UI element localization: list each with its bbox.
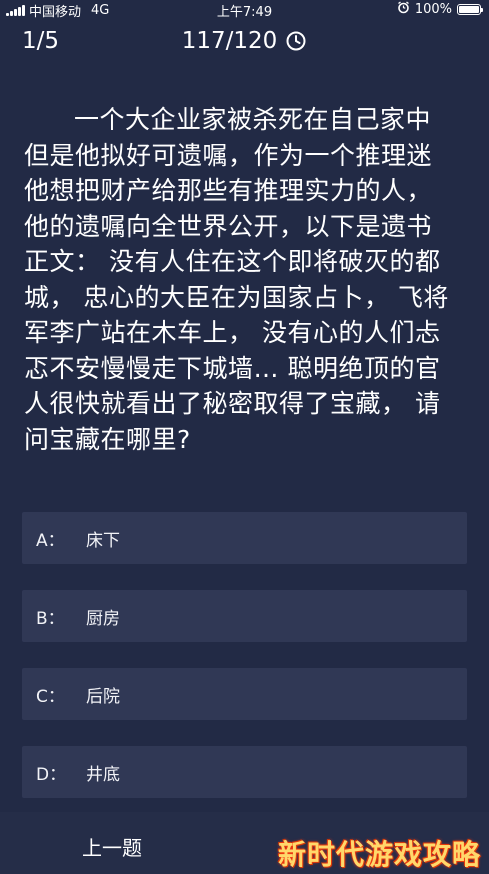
previous-question-button[interactable]: 上一题 xyxy=(82,832,142,861)
score-timer: 117/120 xyxy=(0,28,489,54)
status-bar: 中国移动 4G 上午7:49 100% xyxy=(0,0,489,20)
option-letter: A： xyxy=(36,530,65,551)
option-text: 厨房 xyxy=(86,608,120,629)
battery-percent: 100% xyxy=(414,2,452,17)
option-text: 床下 xyxy=(86,530,120,551)
options-list: A： 床下 B： 厨房 C： 后院 D： 井底 xyxy=(22,512,467,824)
score-label: 117/120 xyxy=(181,28,278,54)
footer: 上一题 新时代游戏攻略 xyxy=(0,812,489,874)
clock-icon xyxy=(285,30,307,52)
option-letter: C： xyxy=(36,686,65,707)
option-a-button[interactable]: A： 床下 xyxy=(22,512,467,564)
option-letter: B： xyxy=(36,608,65,629)
option-letter: D： xyxy=(36,764,67,785)
option-d-button[interactable]: D： 井底 xyxy=(22,746,467,798)
status-right: 100% xyxy=(397,1,483,18)
option-text: 后院 xyxy=(86,686,120,707)
option-text: 井底 xyxy=(86,764,120,785)
watermark: 新时代游戏攻略 xyxy=(277,838,481,871)
question-text: 一个大企业家被杀死在自己家中但是他拟好可遗嘱，作为一个推理迷他想把财产给那些有推… xyxy=(24,105,449,454)
alarm-clock-icon xyxy=(397,1,410,18)
option-b-button[interactable]: B： 厨房 xyxy=(22,590,467,642)
battery-icon xyxy=(457,4,483,15)
header: 1/5 117/120 xyxy=(0,22,489,66)
option-c-button[interactable]: C： 后院 xyxy=(22,668,467,720)
